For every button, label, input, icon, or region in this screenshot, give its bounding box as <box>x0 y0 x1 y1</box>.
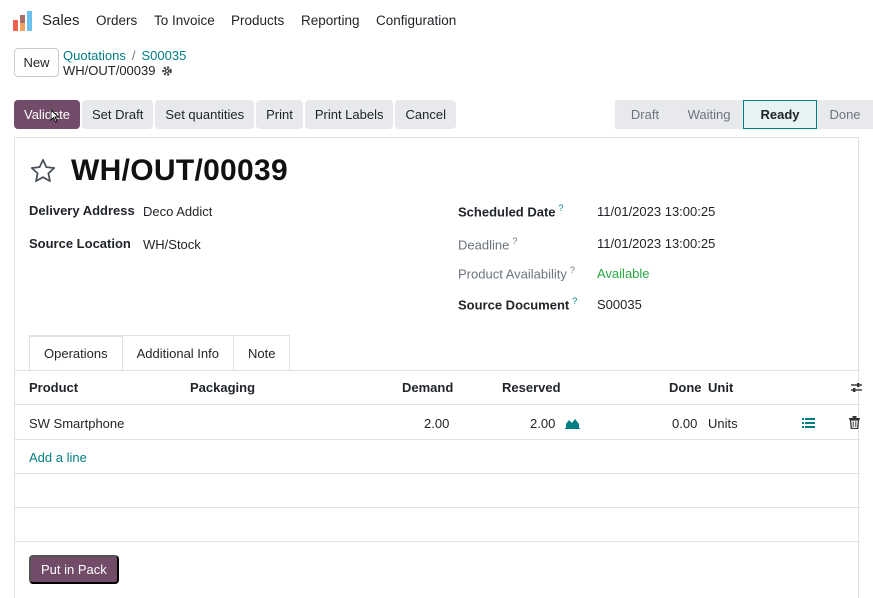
source-document-field[interactable]: S00035 <box>597 297 642 312</box>
help-icon[interactable]: ? <box>570 265 575 275</box>
stage-draft[interactable]: Draft <box>615 100 675 129</box>
menu-reporting[interactable]: Reporting <box>301 13 360 28</box>
row-done[interactable]: 0.00 <box>672 416 697 431</box>
delivery-address-label: Delivery Address <box>29 203 135 218</box>
help-icon[interactable]: ? <box>512 236 517 246</box>
action-bar: Validate Set Draft Set quantities Print … <box>14 100 456 129</box>
help-icon[interactable]: ? <box>572 296 577 306</box>
title-row: WH/OUT/00039 <box>29 154 288 188</box>
mouse-cursor-icon <box>50 109 60 123</box>
put-in-pack-button[interactable]: Put in Pack <box>29 555 119 584</box>
app-name[interactable]: Sales <box>42 12 80 29</box>
column-done[interactable]: Done <box>669 380 702 395</box>
scheduled-date-field[interactable]: 11/01/2023 13:00:25 <box>597 204 715 219</box>
breadcrumb-order[interactable]: S00035 <box>142 48 187 63</box>
record-title: WH/OUT/00039 <box>71 154 288 187</box>
deadline-field: 11/01/2023 13:00:25 <box>597 236 716 251</box>
column-product[interactable]: Product <box>29 380 78 395</box>
row-demand[interactable]: 2.00 <box>424 416 449 431</box>
row-divider <box>15 541 860 542</box>
delivery-address-field[interactable]: Deco Addict <box>143 204 212 219</box>
row-divider <box>15 507 860 508</box>
tab-note[interactable]: Note <box>233 335 291 370</box>
menu-orders[interactable]: Orders <box>96 13 137 28</box>
deadline-label: Deadline? <box>458 236 518 253</box>
details-list-icon[interactable] <box>802 417 815 429</box>
column-demand[interactable]: Demand <box>402 380 453 395</box>
scheduled-date-label: Scheduled Date? <box>458 203 564 220</box>
menu-to-invoice[interactable]: To Invoice <box>154 13 215 28</box>
stage-ready[interactable]: Ready <box>743 100 817 129</box>
help-icon[interactable]: ? <box>559 203 564 213</box>
product-availability-label: Product Availability? <box>458 265 575 282</box>
source-location-field[interactable]: WH/Stock <box>143 237 201 252</box>
tabs-divider <box>15 370 860 371</box>
tab-additional-info[interactable]: Additional Info <box>121 335 234 370</box>
set-quantities-button[interactable]: Set quantities <box>155 100 255 129</box>
sales-app-icon[interactable] <box>13 11 33 31</box>
product-availability-value: Available <box>597 266 650 281</box>
menu-products[interactable]: Products <box>231 13 284 28</box>
row-divider <box>15 404 860 405</box>
source-document-label: Source Document? <box>458 296 578 313</box>
current-record-name: WH/OUT/00039 <box>63 63 156 78</box>
breadcrumb-quotations[interactable]: Quotations <box>63 48 126 63</box>
set-draft-button[interactable]: Set Draft <box>82 100 154 129</box>
column-packaging[interactable]: Packaging <box>190 380 255 395</box>
column-settings-icon[interactable] <box>850 381 863 394</box>
breadcrumb-separator: / <box>131 48 136 63</box>
star-icon[interactable] <box>29 157 57 185</box>
source-location-label: Source Location <box>29 236 131 251</box>
stage-waiting[interactable]: Waiting <box>675 100 743 129</box>
new-button[interactable]: New <box>14 48 59 77</box>
notebook-tabs: Operations Additional Info Note <box>29 335 291 370</box>
cancel-button[interactable]: Cancel <box>395 100 456 129</box>
row-divider <box>15 473 860 474</box>
stage-done[interactable]: Done <box>817 100 873 129</box>
tab-operations[interactable]: Operations <box>29 335 123 370</box>
row-unit[interactable]: Units <box>708 416 738 431</box>
gear-icon[interactable] <box>161 65 173 77</box>
print-button[interactable]: Print <box>256 100 303 129</box>
print-labels-button[interactable]: Print Labels <box>304 100 394 129</box>
row-product[interactable]: SW Smartphone <box>29 416 124 431</box>
add-line-link[interactable]: Add a line <box>29 450 87 465</box>
row-reserved[interactable]: 2.00 <box>530 416 555 431</box>
top-navbar: Sales Orders To Invoice Products Reporti… <box>0 0 873 42</box>
breadcrumb: Quotations / S00035 <box>63 48 186 63</box>
menu-configuration[interactable]: Configuration <box>376 13 456 28</box>
row-divider <box>15 439 860 440</box>
status-bar: Draft Waiting Ready Done <box>615 100 873 129</box>
trash-icon[interactable] <box>849 416 860 429</box>
current-record: WH/OUT/00039 <box>63 63 173 78</box>
validate-button[interactable]: Validate <box>14 100 81 129</box>
form-sheet: WH/OUT/00039 Delivery Address Deco Addic… <box>14 137 862 598</box>
column-reserved[interactable]: Reserved <box>502 380 561 395</box>
forecast-chart-icon[interactable] <box>565 417 580 429</box>
column-unit[interactable]: Unit <box>708 380 733 395</box>
